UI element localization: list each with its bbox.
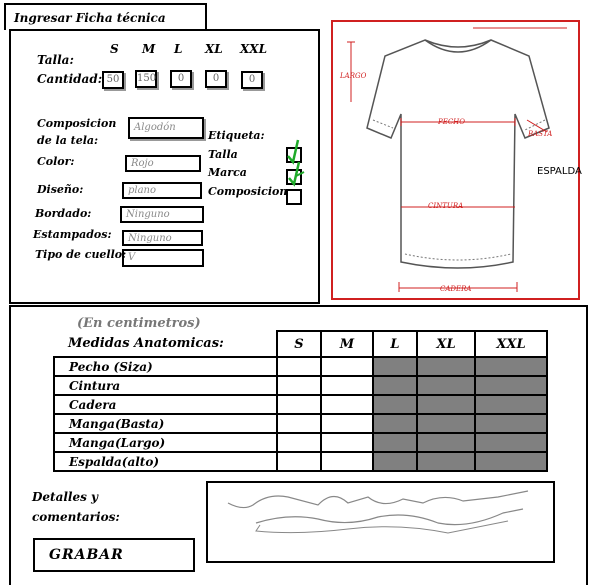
cell-manga-basta-l bbox=[372, 413, 418, 434]
basta-label: BASTA bbox=[528, 130, 553, 138]
table-row: Manga(Largo) bbox=[53, 432, 548, 453]
talla-label: Talla: bbox=[37, 53, 74, 67]
cell-espalda-l bbox=[372, 451, 418, 472]
etiqueta-label: Etiqueta: bbox=[208, 129, 265, 142]
comentarios-label-1: Detalles y bbox=[32, 490, 99, 504]
etiqueta-talla-label: Talla bbox=[208, 148, 238, 161]
cell-pecho-m[interactable] bbox=[320, 356, 374, 377]
bordado-label: Bordado: bbox=[35, 207, 92, 220]
cell-cadera-xl bbox=[416, 394, 476, 415]
cell-espalda-xl bbox=[416, 451, 476, 472]
col-xl: XL bbox=[416, 330, 476, 358]
grabar-button-label: GRABAR bbox=[49, 547, 124, 563]
size-header-s: S bbox=[110, 42, 119, 56]
estampados-label: Estampados: bbox=[33, 228, 112, 241]
cell-cintura-l bbox=[372, 375, 418, 396]
row-label-pecho: Pecho (Siza) bbox=[53, 356, 278, 377]
cell-espalda-s[interactable] bbox=[276, 451, 322, 472]
cantidad-l-input[interactable]: 0 bbox=[170, 70, 192, 88]
diseno-input[interactable]: plano bbox=[122, 182, 202, 199]
composicion-input[interactable]: Algodón bbox=[128, 117, 204, 139]
etiqueta-composicion-checkbox[interactable] bbox=[286, 189, 302, 205]
etiqueta-marca-label: Marca bbox=[208, 166, 247, 179]
cantidad-s-input[interactable]: 50 bbox=[102, 71, 124, 89]
cell-cadera-l bbox=[372, 394, 418, 415]
cell-manga-largo-xl bbox=[416, 432, 476, 453]
table-row: Pecho (Siza) bbox=[53, 356, 548, 377]
units-note: (En centimetros) bbox=[77, 316, 201, 331]
row-label-manga-basta: Manga(Basta) bbox=[53, 413, 278, 434]
color-label: Color: bbox=[37, 155, 75, 168]
cell-cadera-s[interactable] bbox=[276, 394, 322, 415]
cell-manga-basta-xxl bbox=[474, 413, 548, 434]
cell-pecho-xxl bbox=[474, 356, 548, 377]
table-row: Manga(Basta) bbox=[53, 413, 548, 434]
cell-manga-largo-s[interactable] bbox=[276, 432, 322, 453]
page-title: Ingresar Ficha técnica bbox=[14, 11, 166, 25]
composicion-label-text: Composicion de la tela: bbox=[37, 117, 117, 147]
cell-cintura-s[interactable] bbox=[276, 375, 322, 396]
grabar-button[interactable]: GRABAR bbox=[33, 538, 195, 572]
comentarios-textarea[interactable] bbox=[206, 481, 555, 563]
measurements-header: Medidas Anatomicas: bbox=[54, 331, 278, 358]
row-label-cintura: Cintura bbox=[53, 375, 278, 396]
cuello-input[interactable]: V bbox=[122, 249, 204, 267]
cell-manga-largo-l bbox=[372, 432, 418, 453]
cantidad-xxl-input[interactable]: 0 bbox=[241, 71, 263, 89]
cintura-label: CINTURA bbox=[428, 202, 464, 210]
composicion-label: Composicion de la tela: bbox=[37, 115, 132, 149]
comentarios-label-2: comentarios: bbox=[32, 510, 120, 524]
cell-espalda-m[interactable] bbox=[320, 451, 374, 472]
cell-manga-basta-s[interactable] bbox=[276, 413, 322, 434]
col-l: L bbox=[372, 330, 418, 358]
pecho-label: PECHO bbox=[438, 118, 466, 126]
cell-cintura-m[interactable] bbox=[320, 375, 374, 396]
cantidad-label: Cantidad: bbox=[37, 72, 103, 86]
etiqueta-composicion-label: Composicion bbox=[208, 185, 288, 198]
diseno-label: Diseño: bbox=[37, 183, 84, 196]
size-header-l: L bbox=[174, 42, 183, 56]
cantidad-m-input[interactable]: 150 bbox=[135, 70, 157, 88]
cadera-label: CADERA bbox=[440, 285, 472, 293]
title-box: Ingresar Ficha técnica bbox=[4, 3, 207, 30]
table-row: Cadera bbox=[53, 394, 548, 415]
size-header-xl: XL bbox=[205, 42, 223, 56]
cell-cintura-xxl bbox=[474, 375, 548, 396]
row-label-espalda: Espalda(alto) bbox=[53, 451, 278, 472]
size-header-m: M bbox=[142, 42, 156, 56]
cell-pecho-s[interactable] bbox=[276, 356, 322, 377]
estampados-input[interactable]: Ninguno bbox=[122, 230, 203, 246]
cell-manga-largo-xxl bbox=[474, 432, 548, 453]
col-m: M bbox=[320, 330, 374, 358]
cell-espalda-xxl bbox=[474, 451, 548, 472]
cell-cadera-m[interactable] bbox=[320, 394, 374, 415]
espalda-label: ESPALDA bbox=[537, 166, 582, 177]
table-row: Cintura bbox=[53, 375, 548, 396]
scribble-drawing bbox=[227, 490, 529, 534]
cell-cintura-xl bbox=[416, 375, 476, 396]
cell-manga-largo-m[interactable] bbox=[320, 432, 374, 453]
cell-pecho-xl bbox=[416, 356, 476, 377]
largo-label: LARGO bbox=[340, 72, 367, 80]
cantidad-xl-input[interactable]: 0 bbox=[205, 70, 227, 88]
check-marks-icon bbox=[287, 139, 305, 187]
color-input[interactable]: Rojo bbox=[125, 155, 201, 172]
tshirt-diagram bbox=[347, 27, 567, 292]
measurements-table: Medidas Anatomicas: S M L XL XXL Pecho (… bbox=[53, 330, 548, 472]
size-header-xxl: XXL bbox=[240, 42, 268, 56]
table-row: Espalda(alto) bbox=[53, 451, 548, 472]
col-xxl: XXL bbox=[474, 330, 548, 358]
cell-manga-basta-m[interactable] bbox=[320, 413, 374, 434]
row-label-cadera: Cadera bbox=[53, 394, 278, 415]
bordado-input[interactable]: Ninguno bbox=[120, 206, 204, 223]
cell-pecho-l bbox=[372, 356, 418, 377]
cell-cadera-xxl bbox=[474, 394, 548, 415]
measurements-header-row: Medidas Anatomicas: S M L XL XXL bbox=[54, 330, 548, 358]
col-s: S bbox=[276, 330, 322, 358]
cuello-label: Tipo de cuello: bbox=[35, 248, 127, 261]
row-label-manga-largo: Manga(Largo) bbox=[53, 432, 278, 453]
cell-manga-basta-xl bbox=[416, 413, 476, 434]
